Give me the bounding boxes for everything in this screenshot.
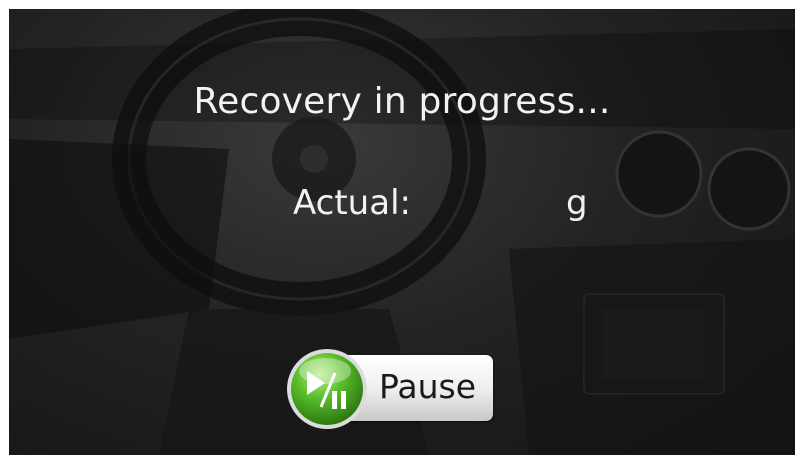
recovery-screen: Recovery in progress... Actual: g Pause <box>9 9 795 455</box>
play-pause-icon <box>287 349 367 429</box>
actual-unit: g <box>566 183 588 223</box>
actual-label: Actual: <box>293 183 411 223</box>
pause-button-label: Pause <box>379 367 477 406</box>
pause-button[interactable]: Pause <box>285 347 497 431</box>
status-title: Recovery in progress... <box>193 81 611 122</box>
